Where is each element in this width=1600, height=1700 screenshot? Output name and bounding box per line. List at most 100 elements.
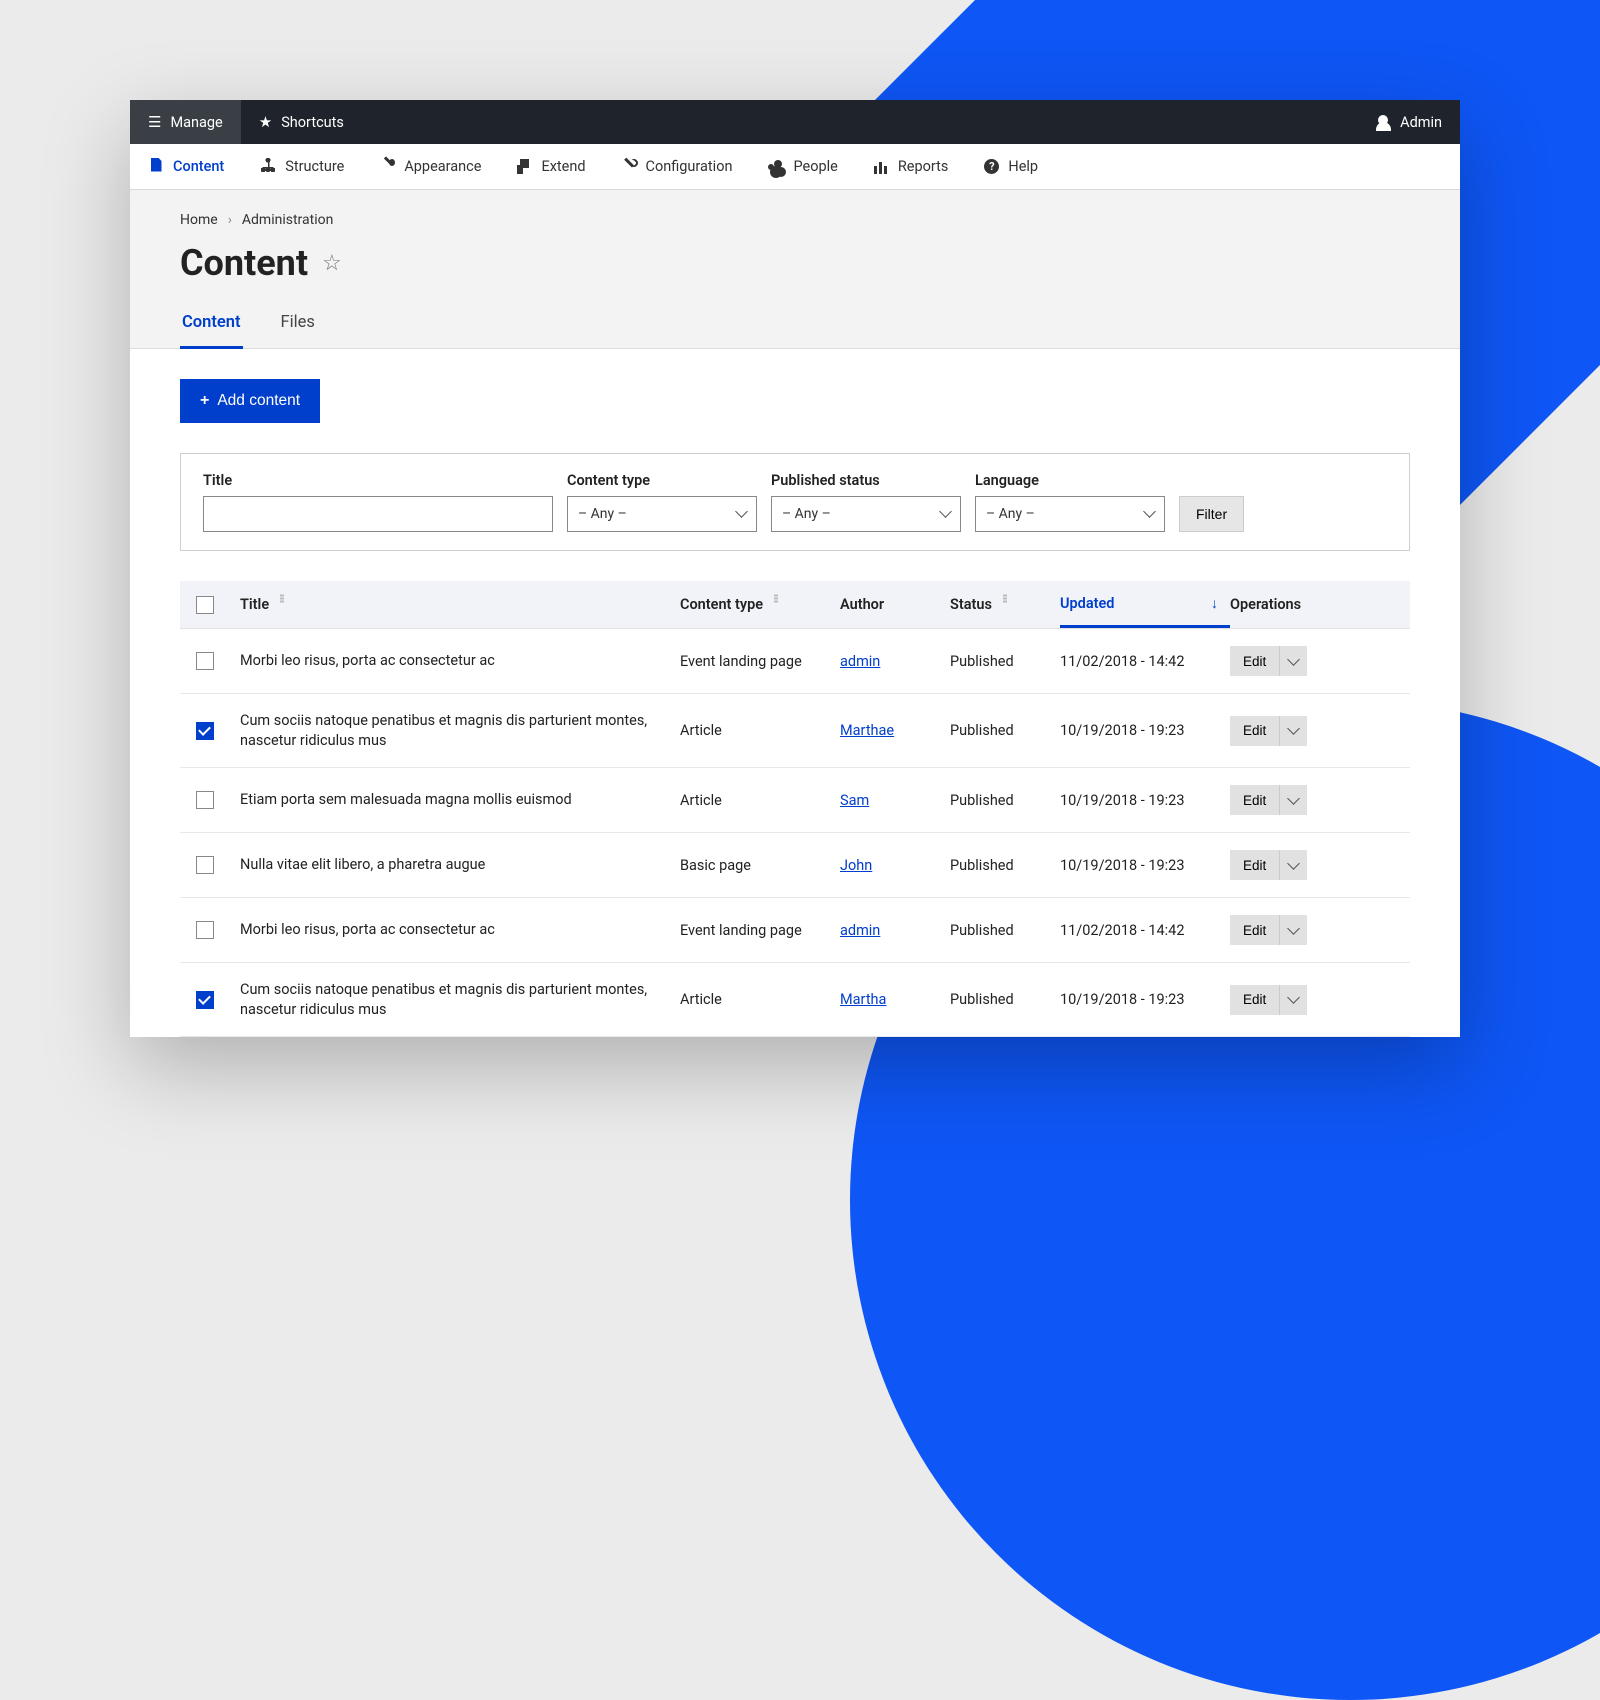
cell-title: Cum sociis natoque penatibus et magnis d… [240,711,680,750]
cell-title: Etiam porta sem malesuada magna mollis e… [240,790,680,810]
wrench-icon [622,159,637,174]
page-title: Content [180,242,308,284]
cell-operations: Edit [1230,646,1390,676]
operations-dropdown-button[interactable] [1279,716,1307,746]
cell-status: Published [950,653,1060,670]
th-author-label: Author [840,596,884,613]
edit-button[interactable]: Edit [1230,985,1279,1015]
wand-icon [380,159,395,174]
th-updated-label: Updated [1060,595,1114,612]
admin-tab-configuration-label: Configuration [646,158,733,175]
chevron-down-icon [1289,654,1298,669]
select-all-checkbox[interactable] [196,596,214,614]
cell-type: Article [680,792,840,809]
tab-files[interactable]: Files [279,313,317,349]
author-link[interactable]: admin [840,653,880,670]
filter-button[interactable]: Filter [1179,496,1244,532]
table-row: Etiam porta sem malesuada magna mollis e… [180,768,1410,833]
sort-icon [277,599,289,611]
th-title[interactable]: Title [240,596,680,613]
add-content-label: Add content [217,392,300,410]
th-status[interactable]: Status [950,596,1060,613]
topbar-admin[interactable]: Admin [1358,100,1460,144]
add-content-button[interactable]: Add content [180,379,320,423]
operations-dropdown-button[interactable] [1279,915,1307,945]
operations-dropdown-button[interactable] [1279,785,1307,815]
th-title-label: Title [240,596,269,613]
filter-type-label: Content type [567,472,757,489]
author-link[interactable]: Martha [840,991,886,1008]
operations-dropdown-button[interactable] [1279,646,1307,676]
edit-button[interactable]: Edit [1230,850,1279,880]
author-link[interactable]: Sam [840,792,869,809]
admin-tab-appearance[interactable]: Appearance [362,144,499,189]
filter-status-value: – Any – [782,506,831,522]
cell-updated: 10/19/2018 - 19:23 [1060,857,1230,874]
filter-type-value: – Any – [578,506,627,522]
tab-content[interactable]: Content [180,313,243,349]
operations-dropdown-button[interactable] [1279,985,1307,1015]
content-table: Title Content type Author Status [180,581,1410,1037]
cell-status: Published [950,922,1060,939]
cell-operations: Edit [1230,716,1390,746]
favorite-star-icon[interactable] [322,251,342,276]
chevron-down-icon [941,508,950,521]
admin-tab-appearance-label: Appearance [404,158,481,175]
admin-tab-reports[interactable]: Reports [856,144,967,189]
edit-button[interactable]: Edit [1230,915,1279,945]
cell-title: Nulla vitae elit libero, a pharetra augu… [240,855,680,875]
th-updated[interactable]: Updated [1060,581,1230,628]
filter-type-select[interactable]: – Any – [567,496,757,532]
cell-status: Published [950,722,1060,739]
row-checkbox[interactable] [196,921,214,939]
user-icon [1376,115,1391,130]
row-checkbox[interactable] [196,652,214,670]
admin-tab-configuration[interactable]: Configuration [604,144,751,189]
filter-status-select[interactable]: – Any – [771,496,961,532]
cell-operations: Edit [1230,850,1390,880]
admin-tab-content[interactable]: Content [130,144,242,189]
th-author: Author [840,596,950,613]
edit-button[interactable]: Edit [1230,785,1279,815]
row-checkbox[interactable] [196,791,214,809]
row-checkbox[interactable] [196,991,214,1009]
cell-updated: 10/19/2018 - 19:23 [1060,792,1230,809]
row-checkbox[interactable] [196,856,214,874]
breadcrumb-admin[interactable]: Administration [242,212,333,228]
chart-icon [874,160,889,174]
admin-tab-extend[interactable]: Extend [499,144,603,189]
cell-title: Cum sociis natoque penatibus et magnis d… [240,980,680,1019]
filter-lang-label: Language [975,472,1165,489]
filter-title-label: Title [203,472,553,489]
admin-tab-help-label: Help [1008,158,1038,175]
admin-tab-structure[interactable]: Structure [242,144,362,189]
file-icon [148,158,164,176]
sort-down-arrow-icon [1211,595,1218,612]
author-link[interactable]: admin [840,922,880,939]
th-type[interactable]: Content type [680,596,840,613]
chevron-down-icon [1289,923,1298,938]
breadcrumb-home[interactable]: Home [180,212,218,228]
author-link[interactable]: John [840,857,872,874]
table-row: Nulla vitae elit libero, a pharetra augu… [180,833,1410,898]
sort-icon [1000,599,1012,611]
filter-title-input[interactable] [203,496,553,532]
cell-type: Article [680,991,840,1008]
topbar-manage[interactable]: Manage [130,100,241,144]
author-link[interactable]: Marthae [840,722,894,739]
filter-lang-select[interactable]: – Any – [975,496,1165,532]
secondary-tabs: Content Files [130,312,1460,349]
topbar-manage-label: Manage [170,114,222,131]
content-area: Add content Title Content type – Any – P… [130,349,1460,1037]
filter-panel: Title Content type – Any – Published sta… [180,453,1410,551]
admin-tab-people[interactable]: People [750,144,855,189]
row-checkbox[interactable] [196,722,214,740]
topbar-shortcuts[interactable]: Shortcuts [241,100,362,144]
edit-button[interactable]: Edit [1230,646,1279,676]
edit-button[interactable]: Edit [1230,716,1279,746]
operations-dropdown-button[interactable] [1279,850,1307,880]
star-filled-icon [259,113,272,131]
table-row: Cum sociis natoque penatibus et magnis d… [180,963,1410,1037]
admin-tab-help[interactable]: Help [966,144,1056,189]
cell-status: Published [950,792,1060,809]
